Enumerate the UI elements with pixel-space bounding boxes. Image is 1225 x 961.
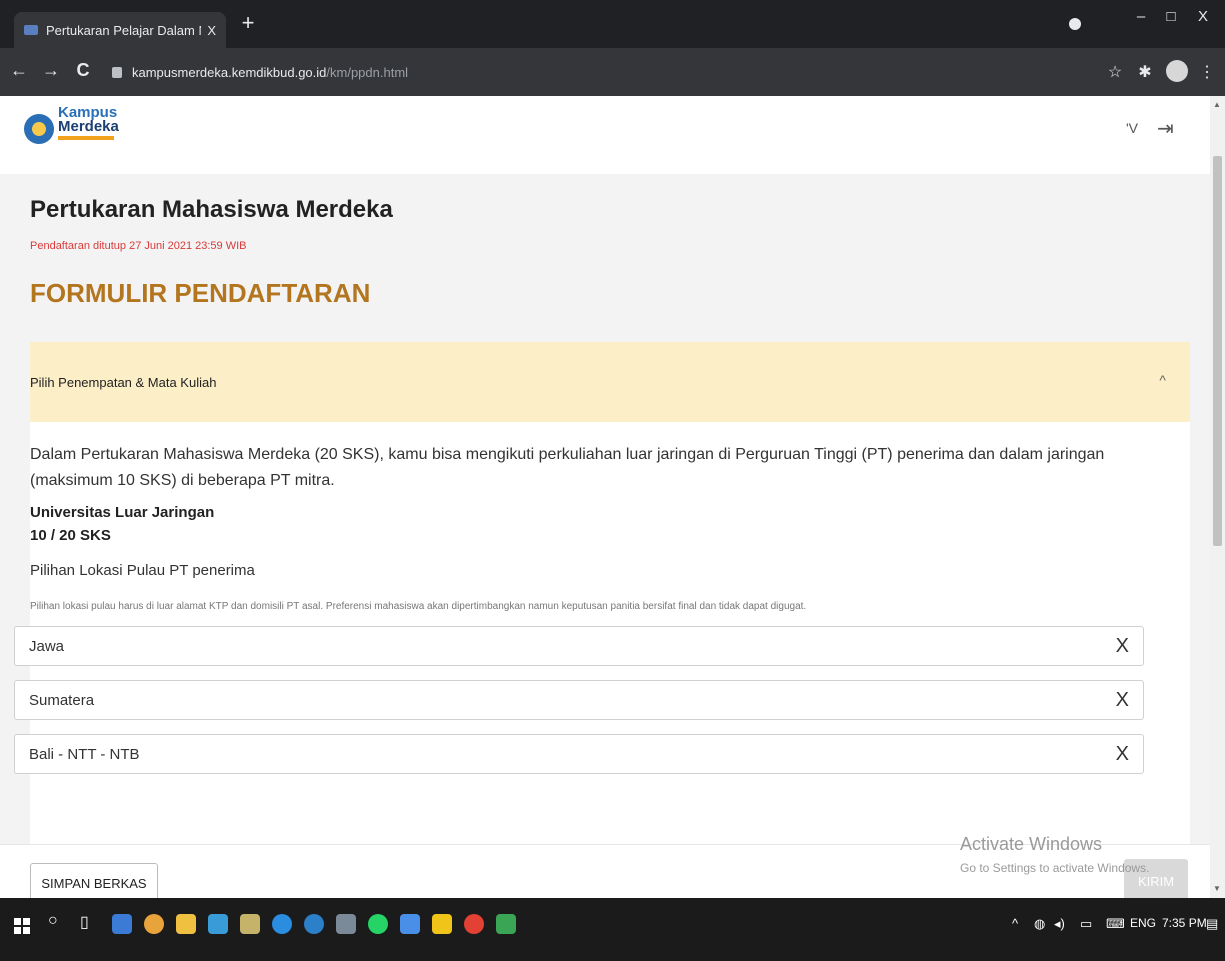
- windows-activation-watermark: Activate Windows Go to Settings to activ…: [960, 834, 1149, 875]
- browser-menu-icon[interactable]: ⋮: [1196, 62, 1218, 82]
- reload-button[interactable]: C: [72, 60, 94, 81]
- panel-header[interactable]: Pilih Penempatan & Mata Kuliah ^: [30, 342, 1190, 422]
- option-label: Sumatera: [29, 691, 95, 709]
- edge-browser-icon[interactable]: [272, 914, 292, 934]
- page-title: Pertukaran Mahasiswa Merdeka: [30, 196, 393, 223]
- maximize-button[interactable]: □: [1158, 8, 1184, 25]
- remove-option-icon[interactable]: X: [1116, 743, 1129, 766]
- chevron-up-icon[interactable]: ^: [1159, 372, 1166, 388]
- logo-strip: [58, 136, 114, 140]
- whatsapp-icon[interactable]: [368, 914, 388, 934]
- lock-icon: [112, 66, 122, 78]
- program-description: Dalam Pertukaran Mahasiswa Merdeka (20 S…: [30, 446, 1105, 489]
- tray-overflow-icon[interactable]: ^: [1012, 916, 1018, 931]
- deadline-notice: Pendaftaran ditutup 27 Juni 2021 23:59 W…: [30, 240, 247, 252]
- language-indicator[interactable]: ENG: [1130, 916, 1156, 930]
- page-scrollbar[interactable]: ▲ ▼: [1210, 96, 1225, 898]
- page-intro: Pertukaran Mahasiswa Merdeka Pendaftaran…: [30, 196, 1190, 309]
- page-favicon-icon: [24, 25, 38, 35]
- remove-option-icon[interactable]: X: [1116, 689, 1129, 712]
- search-icon[interactable]: ○: [48, 912, 58, 930]
- windows-taskbar: ○ ▯ ^ ◍ ◂) ▭ ⌨ ENG 7:35 PM ▤: [0, 898, 1225, 961]
- sks-counter: 10 / 20 SKS: [30, 527, 111, 544]
- battery-icon[interactable]: ▭: [1080, 916, 1092, 932]
- profile-avatar[interactable]: [1166, 60, 1188, 82]
- bookmark-star-icon[interactable]: ☆: [1104, 62, 1126, 82]
- kampus-merdeka-logo-icon[interactable]: [24, 114, 54, 144]
- location-option[interactable]: Sumatera X: [14, 680, 1144, 720]
- option-label: Bali - NTT - NTB: [29, 745, 140, 763]
- notifications-icon[interactable]: ▤: [1206, 916, 1218, 932]
- form-title: FORMULIR PENDAFTARAN: [30, 278, 371, 308]
- url-host: kampusmerdeka.kemdikbud.go.id: [132, 64, 327, 80]
- watermark-title: Activate Windows: [960, 834, 1103, 854]
- back-button[interactable]: ←: [8, 60, 30, 81]
- file-explorer-icon[interactable]: [176, 914, 196, 934]
- app-icon[interactable]: [432, 914, 452, 934]
- app-icon[interactable]: [144, 914, 164, 934]
- windows-start-icon[interactable]: [14, 918, 30, 934]
- logout-icon[interactable]: ⇥: [1157, 116, 1174, 141]
- telegram-icon[interactable]: [304, 914, 324, 934]
- scroll-down-icon[interactable]: ▼: [1213, 884, 1221, 893]
- url-path: /km/ppdn.html: [326, 64, 409, 80]
- address-bar[interactable]: kampusmerdeka.kemdikbud.go.id/km/ppdn.ht…: [112, 58, 1112, 86]
- app-icon[interactable]: [240, 914, 260, 934]
- app-icon[interactable]: [400, 914, 420, 934]
- app-icon[interactable]: [496, 914, 516, 934]
- location-options: Jawa X Sumatera X Bali - NTT - NTB X: [0, 626, 1190, 774]
- browser-profile-icon[interactable]: [1069, 18, 1081, 30]
- network-icon[interactable]: ◍: [1034, 916, 1045, 932]
- location-option[interactable]: Jawa X: [14, 626, 1144, 666]
- minimize-button[interactable]: –: [1128, 8, 1154, 25]
- forward-button[interactable]: →: [40, 60, 62, 81]
- keyboard-icon[interactable]: ⌨: [1106, 916, 1125, 932]
- university-section-title: Universitas Luar Jaringan: [30, 504, 215, 521]
- volume-icon[interactable]: ◂): [1054, 916, 1065, 932]
- location-option[interactable]: Bali - NTT - NTB X: [14, 734, 1144, 774]
- option-label: Jawa: [29, 637, 65, 655]
- location-note: Pilihan lokasi pulau harus di luar alama…: [30, 601, 807, 612]
- window-close-button[interactable]: X: [1190, 8, 1216, 25]
- browser-tab[interactable]: Pertukaran Pelajar Dalam Negeri X: [14, 12, 226, 48]
- web-page: Kampus Merdeka 'V ⇥ Pertukaran Mahasiswa…: [0, 96, 1210, 898]
- scroll-up-icon[interactable]: ▲: [1213, 100, 1221, 109]
- location-label: Pilihan Lokasi Pulau PT penerima: [30, 562, 255, 579]
- browser-tab-strip: Pertukaran Pelajar Dalam Negeri X + – □ …: [0, 0, 1225, 48]
- logo-line2: Merdeka: [58, 118, 119, 135]
- task-view-icon[interactable]: ▯: [80, 912, 89, 932]
- panel-body: Dalam Pertukaran Mahasiswa Merdeka (20 S…: [14, 422, 1190, 774]
- browser-toolbar: ← → C kampusmerdeka.kemdikbud.go.id/km/p…: [0, 48, 1225, 96]
- site-logo[interactable]: Kampus Merdeka: [58, 105, 119, 140]
- app-icon[interactable]: [336, 914, 356, 934]
- clock[interactable]: 7:35 PM: [1162, 916, 1207, 930]
- tab-close-icon[interactable]: X: [207, 23, 216, 38]
- store-icon[interactable]: [208, 914, 228, 934]
- scrollbar-thumb[interactable]: [1213, 156, 1222, 546]
- save-draft-button[interactable]: SIMPAN BERKAS: [30, 863, 158, 898]
- placement-panel: Pilih Penempatan & Mata Kuliah ^ Dalam P…: [14, 342, 1190, 898]
- chrome-browser-icon[interactable]: [464, 914, 484, 934]
- panel-heading: Pilih Penempatan & Mata Kuliah: [30, 374, 217, 390]
- remove-option-icon[interactable]: X: [1116, 635, 1129, 658]
- user-menu[interactable]: 'V: [1126, 120, 1138, 136]
- extensions-icon[interactable]: ✱: [1134, 62, 1156, 82]
- watermark-subtitle: Go to Settings to activate Windows.: [960, 861, 1150, 875]
- site-header: Kampus Merdeka 'V ⇥: [0, 96, 1210, 174]
- mail-app-icon[interactable]: [112, 914, 132, 934]
- new-tab-button[interactable]: +: [236, 12, 260, 36]
- tab-title: Pertukaran Pelajar Dalam Negeri: [46, 22, 201, 38]
